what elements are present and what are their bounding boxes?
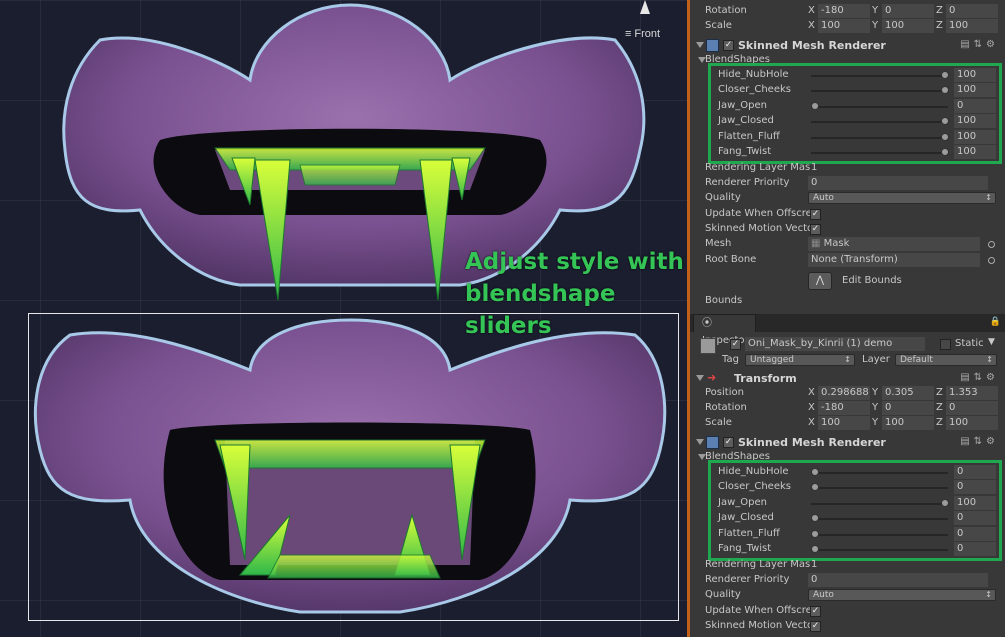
orientation-gizmo-icon[interactable] (640, 0, 650, 14)
tag-layer-row: Tag Untagged Layer Default (690, 353, 1005, 368)
transform-title: Transform (734, 372, 797, 385)
renderer-priority-row: Renderer Priority 0 (690, 573, 1005, 588)
rotation-x-field[interactable]: -180 (818, 4, 870, 18)
rendering-layer-row-top: Rendering Layer Mas 1 (705, 162, 818, 173)
quality-dropdown[interactable]: Auto (808, 192, 996, 204)
selection-rectangle (28, 313, 679, 621)
position-row: Position X 0.298688 Y 0.305 Z 1.353 (690, 386, 1005, 401)
rotation-z-field[interactable]: 0 (946, 4, 998, 18)
scale-x-field[interactable]: 100 (818, 19, 870, 33)
edit-bounds-label: Edit Bounds (842, 275, 902, 286)
info-icon: ⦿ (702, 318, 712, 329)
quality-row-top: Quality Auto (690, 191, 1005, 206)
edit-bounds-icon: ⋀ (815, 275, 825, 286)
rotation-x-field[interactable]: -180 (818, 401, 870, 415)
position-z-field[interactable]: 1.353 (946, 386, 998, 400)
layer-dropdown[interactable]: Default (895, 354, 997, 366)
rotation-row-top: Rotation X -180 Y0 Z0 (690, 4, 1005, 19)
static-label: Static (955, 338, 984, 349)
menu-lines-icon: ≡ (625, 28, 632, 40)
skinned-mesh-icon (706, 436, 719, 449)
rotation-y-field[interactable]: 0 (882, 4, 934, 18)
smr-header-bottom[interactable]: ✓ Skinned Mesh Renderer ▤⇅⚙ (690, 435, 1005, 451)
skinned-motion-checkbox[interactable]: ✓ (810, 224, 821, 235)
rotation-z-field[interactable]: 0 (946, 401, 998, 415)
foldout-arrow-icon[interactable] (696, 439, 704, 445)
enabled-checkbox[interactable]: ✓ (723, 40, 734, 51)
transform-axes-icon: ➜ (707, 371, 717, 384)
scale-z-field[interactable]: 100 (946, 19, 998, 33)
root-bone-row: Root Bone None (Transform) (690, 253, 1005, 268)
scale-row: Scale X 100 Y 100 Z 100 (690, 416, 1005, 431)
active-checkbox[interactable]: ✓ (730, 339, 741, 350)
scale-row-top: Scale X 100 Y 100 Z 100 (690, 19, 1005, 34)
foldout-arrow-icon[interactable] (696, 375, 704, 381)
object-picker-icon[interactable] (988, 257, 995, 264)
root-bone-field[interactable]: None (Transform) (808, 253, 980, 267)
scale-y-field[interactable]: 100 (882, 416, 934, 430)
renderer-priority-field[interactable]: 0 (808, 573, 988, 587)
smr-header-top[interactable]: ✓ Skinned Mesh Renderer ▤⇅⚙ (690, 38, 1005, 54)
component-title: Skinned Mesh Renderer (738, 436, 886, 449)
renderer-priority-field[interactable]: 0 (808, 176, 988, 190)
rotation-row: Rotation X -180 Y0 Z0 (690, 401, 1005, 416)
rendering-layer-row: Rendering Layer Mas 1 (705, 559, 818, 570)
enabled-checkbox[interactable]: ✓ (723, 437, 734, 448)
inspector-panel: Rotation X -180 Y0 Z0 Scale X 100 Y 100 Z 10… (690, 0, 1005, 637)
update-offscreen-checkbox[interactable]: ✓ (810, 209, 821, 220)
tag-dropdown[interactable]: Untagged (745, 354, 855, 366)
bounds-row: Bounds (705, 295, 743, 306)
position-x-field[interactable]: 0.298688 (818, 386, 870, 400)
lock-icon[interactable]: 🔒 (990, 317, 1001, 327)
quality-row: Quality Auto (690, 588, 1005, 603)
edit-bounds-button[interactable]: ⋀ (808, 272, 832, 290)
transform-header[interactable]: ➜ Transform ▤⇅⚙ (690, 371, 1005, 387)
update-offscreen-row-top: Update When Offscre ✓ (705, 208, 821, 220)
update-offscreen-checkbox[interactable]: ✓ (810, 606, 821, 617)
tab-inspector[interactable]: ⦿ Inspector (693, 314, 756, 346)
scale-x-field[interactable]: 100 (818, 416, 870, 430)
view-orientation-label[interactable]: ≡ Front (625, 28, 663, 40)
gameobject-icon (700, 338, 716, 354)
rotation-y-field[interactable]: 0 (882, 401, 934, 415)
mesh-row: Mesh ▦ Mask (690, 237, 1005, 252)
position-y-field[interactable]: 0.305 (882, 386, 934, 400)
component-menu-icons[interactable]: ▤⇅⚙ (960, 436, 999, 447)
component-menu-icons[interactable]: ▤⇅⚙ (960, 372, 999, 383)
skinned-motion-row: Skinned Motion Vecto ✓ (705, 620, 821, 632)
inspector-tabbar: ⦿ Inspector 🔒 (690, 314, 1005, 346)
scale-y-field[interactable]: 100 (882, 19, 934, 33)
static-dropdown-icon[interactable]: ▼ (988, 337, 995, 347)
foldout-arrow-icon[interactable] (696, 42, 704, 48)
component-title: Skinned Mesh Renderer (738, 39, 886, 52)
highlight-box-bottom (708, 460, 1002, 561)
update-offscreen-row: Update When Offscre ✓ (705, 605, 821, 617)
object-name-field[interactable]: Oni_Mask_by_Kinrii (1) demo (745, 337, 925, 351)
scene-view[interactable]: ≡ Front Adjust style with blendshape slid… (0, 0, 687, 637)
scale-z-field[interactable]: 100 (946, 416, 998, 430)
renderer-priority-row-top: Renderer Priority 0 (690, 176, 1005, 191)
highlight-box-top (708, 63, 1002, 164)
mesh-field[interactable]: ▦ Mask (808, 237, 980, 251)
skinned-mesh-icon (706, 39, 719, 52)
mesh-icon: ▦ (811, 238, 824, 249)
object-header: ✓ Oni_Mask_by_Kinrii (1) demo Static ▼ (690, 336, 1005, 354)
caption-line-1: Adjust style with (465, 249, 684, 275)
skinned-motion-row-top: Skinned Motion Vecto ✓ (705, 223, 821, 235)
component-menu-icons[interactable]: ▤⇅⚙ (960, 39, 999, 50)
static-checkbox[interactable] (940, 339, 951, 350)
quality-dropdown[interactable]: Auto (808, 589, 996, 601)
object-picker-icon[interactable] (988, 241, 995, 248)
skinned-motion-checkbox[interactable]: ✓ (810, 621, 821, 632)
